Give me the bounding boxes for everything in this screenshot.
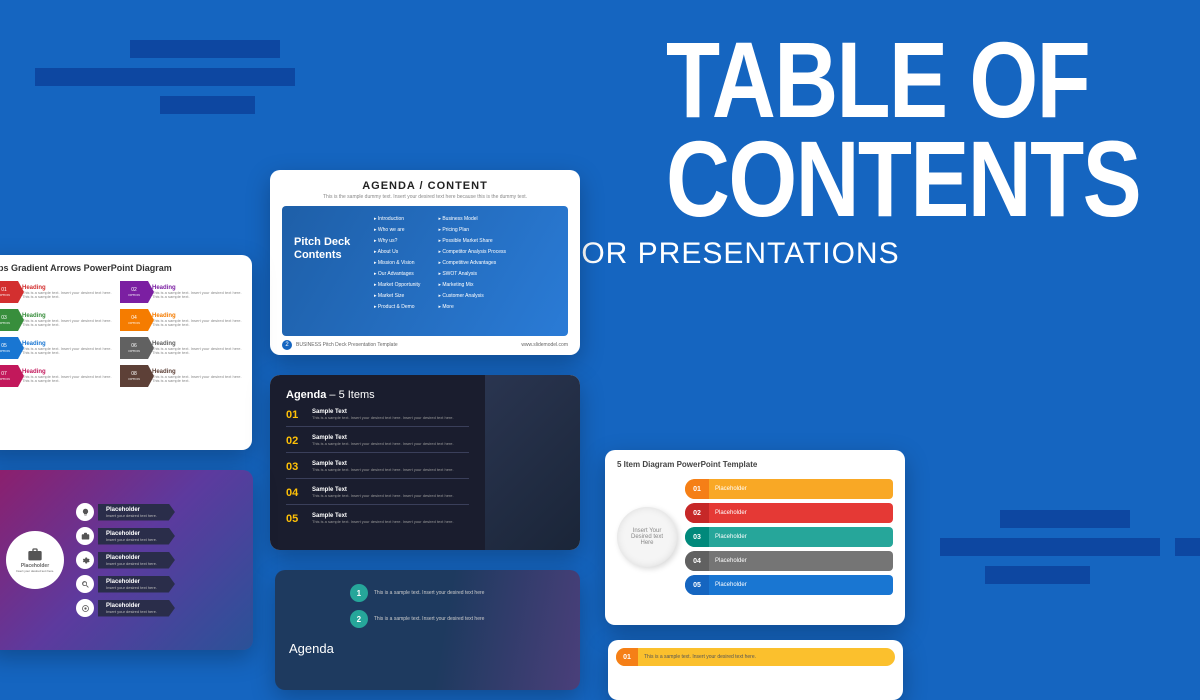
briefcase-icon xyxy=(27,547,43,563)
card-subtitle: This is the sample dummy text. Insert yo… xyxy=(282,194,568,200)
hero-subtitle: FOR PRESENTATIONS xyxy=(562,237,1140,271)
card-footer: 2 BUSINESS Pitch Deck Presentation Templ… xyxy=(282,340,568,350)
thumbnail-agenda-5-items: Agenda – 5 Items 01Sample TextThis is a … xyxy=(270,375,580,550)
hero-line2: CONTENTS xyxy=(666,118,1140,239)
target-icon xyxy=(81,604,90,613)
deco-block xyxy=(985,566,1090,584)
center-circle: Placeholder Insert your desired text her… xyxy=(6,531,64,589)
deco-block xyxy=(940,538,1160,556)
deco-block xyxy=(1000,510,1130,528)
center-oval: Insert Your Desired text Here xyxy=(617,507,677,567)
briefcase-icon xyxy=(81,532,90,541)
thumbnail-placeholder-radial: Placeholder Insert your desired text her… xyxy=(0,470,253,650)
deco-block xyxy=(35,68,295,86)
bulb-icon xyxy=(81,508,90,517)
card-title: AGENDA / CONTENT xyxy=(282,180,568,192)
agenda-title: Agenda xyxy=(289,641,334,656)
content-column-1: Introduction Who we are Why us? About Us… xyxy=(374,216,420,326)
search-icon xyxy=(81,580,90,589)
deco-block xyxy=(160,96,255,114)
thumbnail-5-item-diagram: 5 Item Diagram PowerPoint Template Inser… xyxy=(605,450,905,625)
deco-block xyxy=(130,40,280,58)
card-title: teps Gradient Arrows PowerPoint Diagram xyxy=(0,263,244,273)
gear-icon xyxy=(81,556,90,565)
thumbnail-gradient-arrows: teps Gradient Arrows PowerPoint Diagram … xyxy=(0,255,252,450)
pitch-deck-title: Pitch Deck Contents xyxy=(294,236,364,326)
card-title: 5 Item Diagram PowerPoint Template xyxy=(617,460,893,469)
content-column-2: Business Model Pricing Plan Possible Mar… xyxy=(438,216,506,326)
deco-block xyxy=(1175,538,1200,556)
thumbnail-agenda-green: Agenda 1This is a sample text. Insert yo… xyxy=(275,570,580,690)
hero-title: TABLE OF CONTENTS FOR PRESENTATIONS xyxy=(562,30,1140,271)
building-image xyxy=(485,375,580,550)
thumbnail-partial-bottom: 01This is a sample text. Insert your des… xyxy=(608,640,903,700)
thumbnail-agenda-content: AGENDA / CONTENT This is the sample dumm… xyxy=(270,170,580,355)
